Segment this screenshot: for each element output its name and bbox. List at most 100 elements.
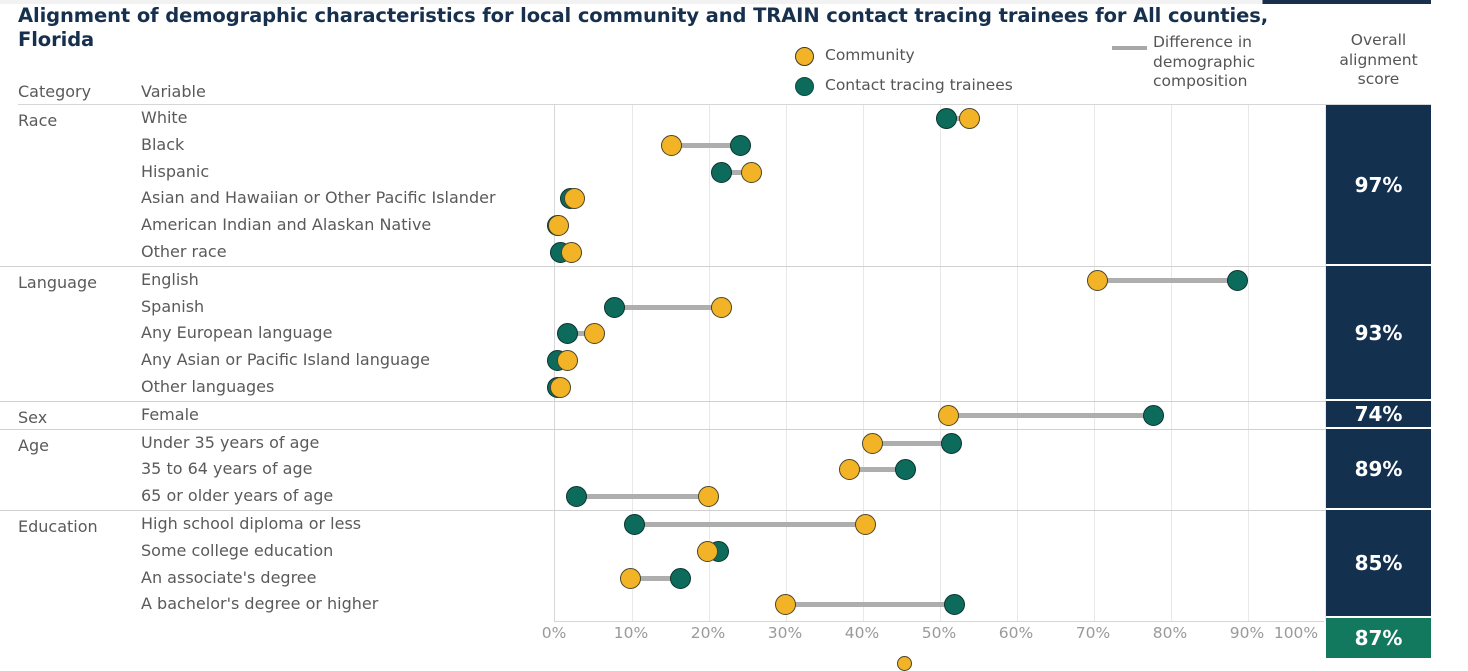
trainee-point[interactable] — [557, 323, 579, 345]
community-point[interactable] — [711, 296, 733, 318]
variable-label: Any Asian or Pacific Island language — [141, 350, 430, 370]
community-point[interactable] — [855, 513, 877, 535]
variable-label: Any European language — [141, 323, 333, 343]
axis-tick-label: 80% — [1152, 624, 1188, 642]
community-point[interactable] — [661, 134, 683, 156]
variable-label: A bachelor's degree or higher — [141, 594, 379, 614]
table-row[interactable]: Any European language — [0, 320, 1468, 347]
community-point[interactable] — [561, 241, 583, 263]
category-group: Age Under 35 years of age 35 to 64 years o… — [0, 428, 1468, 510]
axis-tick-label: 50% — [921, 624, 957, 642]
axis-tick-label: 30% — [767, 624, 803, 642]
table-row[interactable]: Black — [0, 132, 1468, 159]
alignment-score-cell: 93% — [1326, 266, 1431, 401]
variable-label: High school diploma or less — [141, 513, 362, 533]
table-row[interactable]: Some college education — [0, 538, 1468, 565]
table-row[interactable]: Other race — [0, 239, 1468, 266]
variable-label: Some college education — [141, 540, 334, 560]
community-point[interactable] — [696, 540, 718, 562]
difference-connector — [872, 440, 952, 446]
axis-tick-label: 60% — [998, 624, 1034, 642]
axis-tick-label: 20% — [690, 624, 726, 642]
table-row[interactable]: White — [0, 105, 1468, 132]
difference-connector — [1097, 277, 1238, 283]
table-row[interactable]: Asian and Hawaiian or Other Pacific Isla… — [0, 185, 1468, 212]
trainee-point[interactable] — [940, 432, 962, 454]
difference-connector — [634, 521, 866, 527]
chart-body: Race White Black Hispanic Asian and Hawaiian… — [0, 105, 1468, 621]
overall-score-column-header: Overall alignment score — [1339, 31, 1418, 89]
trainee-point[interactable] — [603, 296, 625, 318]
community-point[interactable] — [563, 188, 585, 210]
table-row[interactable]: Spanish — [0, 294, 1468, 321]
axis-tick-label: 0% — [541, 624, 567, 642]
right-margin — [1431, 0, 1468, 663]
community-point[interactable] — [775, 594, 797, 616]
table-row[interactable]: 35 to 64 years of age — [0, 456, 1468, 483]
axis-tick-label: 40% — [844, 624, 880, 642]
alignment-score-column: 97% 93% 74% 89% 85% 87% — [1326, 105, 1431, 658]
difference-connector — [614, 304, 722, 310]
alignment-score-cell: 85% — [1326, 510, 1431, 618]
alignment-score-cell: 74% — [1326, 401, 1431, 429]
table-row[interactable]: A bachelor's degree or higher — [0, 591, 1468, 618]
variable-label: Other languages — [141, 376, 275, 396]
community-point[interactable] — [1087, 269, 1109, 291]
table-row[interactable]: 65 or older years of age — [0, 483, 1468, 510]
community-point[interactable] — [556, 350, 578, 372]
difference-connector — [576, 494, 708, 500]
community-point[interactable] — [550, 376, 572, 398]
trainee-point[interactable] — [943, 594, 965, 616]
table-row[interactable]: Hispanic — [0, 159, 1468, 186]
trainee-point[interactable] — [669, 567, 691, 589]
community-point[interactable] — [740, 161, 762, 183]
variable-label: American Indian and Alaskan Native — [141, 215, 432, 235]
community-point[interactable] — [619, 567, 641, 589]
variable-label: Asian and Hawaiian or Other Pacific Isla… — [141, 188, 496, 208]
table-row[interactable]: Under 35 years of age — [0, 430, 1468, 457]
variable-label: White — [141, 108, 188, 127]
trainee-dot-icon — [795, 76, 814, 96]
community-point[interactable] — [583, 323, 605, 345]
x-axis: 0% 10% 20% 30% 40% 50% 60% 70% 80% 90% 100% — [0, 624, 1468, 650]
column-header-category: Category — [18, 82, 92, 101]
table-row[interactable]: Female — [0, 402, 1468, 429]
trainee-point[interactable] — [710, 161, 732, 183]
trainee-point[interactable] — [1227, 269, 1249, 291]
trainee-point[interactable] — [624, 513, 646, 535]
community-point[interactable] — [937, 404, 959, 426]
table-row[interactable]: An associate's degree — [0, 565, 1468, 592]
axis-tick-label: 100% — [1273, 624, 1319, 642]
trainee-point[interactable] — [729, 134, 751, 156]
axis-rule — [554, 621, 1324, 622]
community-point[interactable] — [958, 108, 980, 129]
community-point[interactable] — [548, 215, 570, 237]
community-point[interactable] — [862, 432, 884, 454]
variable-label: Female — [141, 404, 199, 424]
category-group: Education High school diploma or less Some… — [0, 509, 1468, 618]
category-group: Language English Spanish Any European langu… — [0, 265, 1468, 401]
trainee-point[interactable] — [1142, 404, 1164, 426]
variable-label: 35 to 64 years of age — [141, 459, 313, 479]
column-header-variable: Variable — [141, 82, 206, 101]
community-point[interactable] — [839, 459, 861, 481]
variable-label: Spanish — [141, 296, 205, 316]
table-row[interactable]: English — [0, 267, 1468, 294]
table-row[interactable]: Other languages — [0, 374, 1468, 401]
variable-label: Other race — [141, 241, 227, 261]
legend-label-difference: Difference in demographic composition — [1153, 33, 1256, 91]
variable-label: 65 or older years of age — [141, 486, 334, 506]
table-row[interactable]: High school diploma or less — [0, 511, 1468, 538]
table-row[interactable]: American Indian and Alaskan Native — [0, 212, 1468, 239]
category-group: Race White Black Hispanic Asian and Hawaiian… — [0, 105, 1468, 266]
trainee-point[interactable] — [936, 108, 958, 129]
trainee-point[interactable] — [895, 459, 917, 481]
axis-tick-label: 70% — [1075, 624, 1111, 642]
trainee-point[interactable] — [565, 486, 587, 508]
category-group: Sex Female — [0, 400, 1468, 429]
legend: Community Contact tracing trainees — [795, 41, 1115, 101]
axis-tick-label: 90% — [1229, 624, 1265, 642]
table-row[interactable]: Any Asian or Pacific Island language — [0, 347, 1468, 374]
variable-label: English — [141, 269, 199, 289]
community-point[interactable] — [697, 486, 719, 508]
